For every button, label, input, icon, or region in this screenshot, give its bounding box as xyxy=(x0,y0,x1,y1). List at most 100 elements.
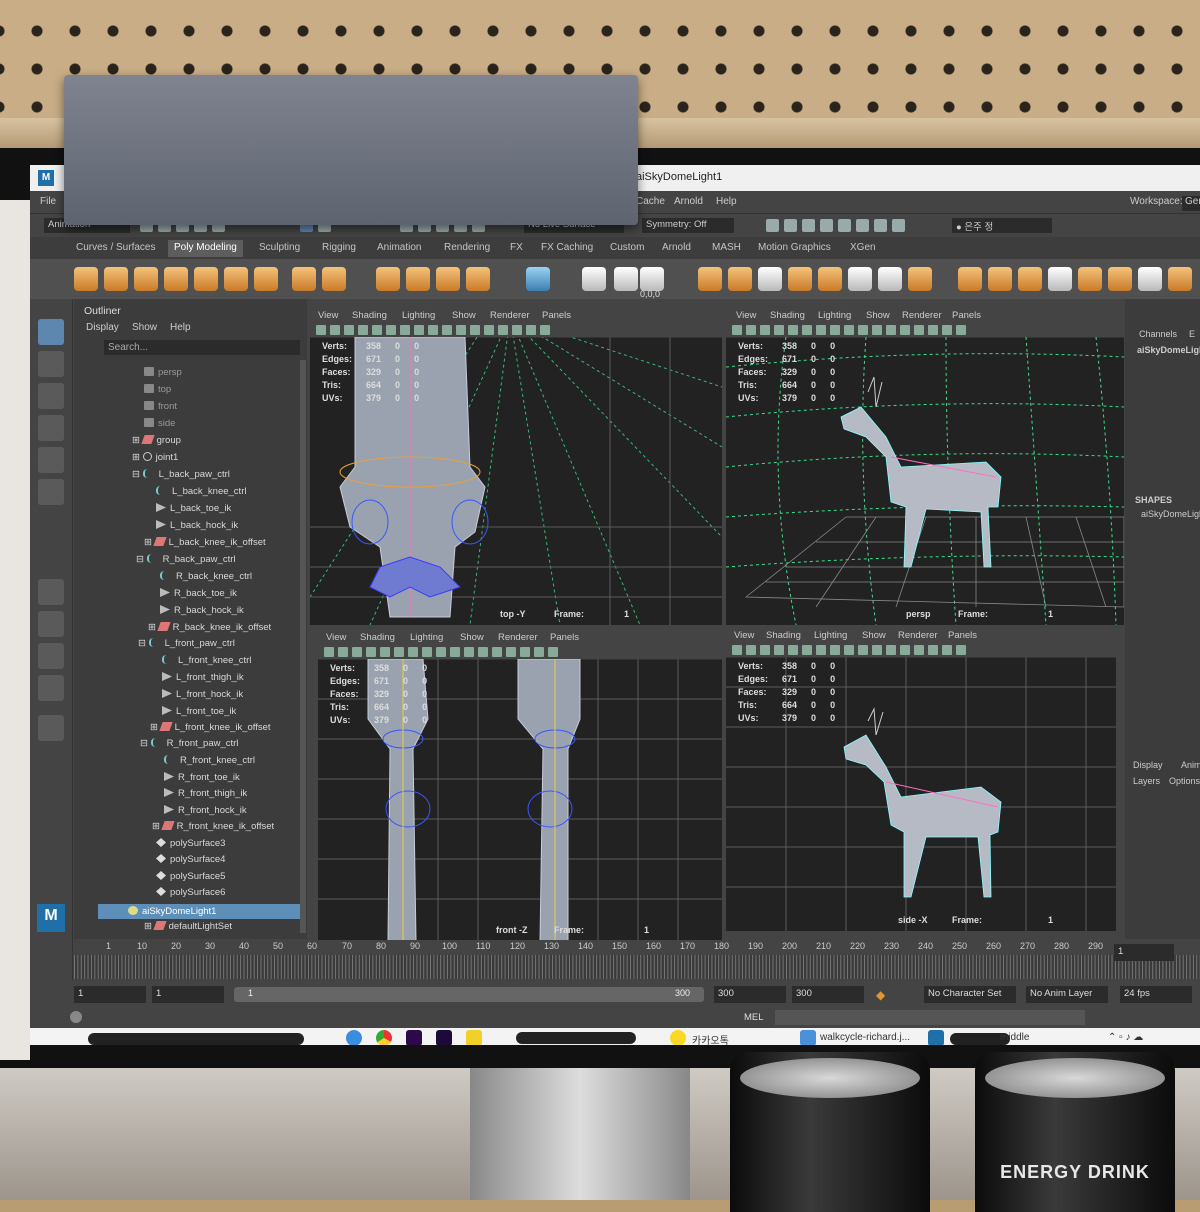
camera-select-icon[interactable] xyxy=(732,325,742,335)
start-time-field[interactable]: 1 xyxy=(74,986,146,1003)
camera-attrs-icon[interactable] xyxy=(330,325,340,335)
film-gate-icon[interactable] xyxy=(386,325,396,335)
xray-icon[interactable] xyxy=(942,325,952,335)
ambient-occlusion-icon[interactable] xyxy=(928,645,938,655)
render-sequence-icon[interactable] xyxy=(784,219,797,232)
tab-arnold[interactable]: Arnold xyxy=(656,240,697,257)
viewport-canvas[interactable]: Verts: 358 0 0 Edges: 671 0 0 Faces: 329 0 0 Tris… xyxy=(726,657,1116,931)
list-item[interactable]: L_front_toe_ik xyxy=(162,706,236,722)
edit-tab[interactable]: E xyxy=(1189,329,1195,339)
type-tool-icon[interactable] xyxy=(436,267,460,291)
render-settings-icon[interactable] xyxy=(820,219,833,232)
merge-icon[interactable] xyxy=(1078,267,1102,291)
auto-key-icon[interactable]: ◆ xyxy=(876,988,885,1002)
list-item[interactable]: polySurface5 xyxy=(156,871,225,887)
list-item[interactable]: persp xyxy=(144,367,182,383)
list-item[interactable]: R_front_toe_ik xyxy=(164,772,240,788)
vp-menu-panels[interactable]: Panels xyxy=(948,630,977,641)
svg-tool-icon[interactable] xyxy=(466,267,490,291)
poly-cylinder-icon[interactable] xyxy=(134,267,158,291)
list-item[interactable]: ⊞ L_back_knee_ik_offset xyxy=(144,537,266,553)
outliner-menu-display[interactable]: Display xyxy=(86,322,119,333)
image-plane-icon[interactable] xyxy=(358,325,368,335)
arnold-pause-icon[interactable] xyxy=(892,219,905,232)
menu-cache[interactable]: Cache xyxy=(636,196,665,207)
wireframe-on-shaded-icon[interactable] xyxy=(456,325,466,335)
lights-icon[interactable] xyxy=(492,647,502,657)
list-item[interactable]: ⊟ L_front_paw_ctrl xyxy=(138,638,235,654)
list-item[interactable]: L_back_knee_ctrl xyxy=(156,486,246,502)
poly-gear-icon[interactable] xyxy=(322,267,346,291)
list-item[interactable]: L_front_knee_ctrl xyxy=(162,655,251,671)
outliner-search-input[interactable]: Search... xyxy=(104,340,300,355)
append-polygon-icon[interactable] xyxy=(958,267,982,291)
playback-end-field[interactable]: 300 xyxy=(714,986,786,1003)
list-item[interactable]: side xyxy=(144,418,175,434)
shadows-icon[interactable] xyxy=(506,647,516,657)
film-gate-icon[interactable] xyxy=(394,647,404,657)
anim-layer-dropdown[interactable]: No Anim Layer xyxy=(1026,986,1108,1003)
list-item[interactable]: R_back_hock_ik xyxy=(160,605,244,621)
list-item[interactable]: polySurface4 xyxy=(156,854,225,870)
outliner-layout-icon[interactable] xyxy=(38,675,64,701)
smooth-shade-icon[interactable] xyxy=(450,647,460,657)
maya-taskbar-icon[interactable] xyxy=(928,1030,944,1045)
poly-soccer-icon[interactable] xyxy=(292,267,316,291)
wireframe-icon[interactable] xyxy=(844,325,854,335)
gate-mask-icon[interactable] xyxy=(422,647,432,657)
vp-menu-view[interactable]: View xyxy=(734,630,754,641)
mirror-icon[interactable] xyxy=(818,267,842,291)
list-item[interactable]: R_back_knee_ctrl xyxy=(160,571,252,587)
list-item[interactable]: R_front_thigh_ik xyxy=(164,788,247,804)
vp-menu-show[interactable]: Show xyxy=(866,310,890,321)
gate-mask-icon[interactable] xyxy=(830,645,840,655)
xray-icon[interactable] xyxy=(534,647,544,657)
poly-cone-icon[interactable] xyxy=(164,267,188,291)
grid-icon[interactable] xyxy=(380,647,390,657)
current-frame-field[interactable]: 1 xyxy=(1114,944,1174,961)
four-pane-layout-icon[interactable] xyxy=(38,611,64,637)
hypershade-icon[interactable] xyxy=(838,219,851,232)
bookmark-icon[interactable] xyxy=(760,325,770,335)
wireframe-on-shaded-icon[interactable] xyxy=(872,325,882,335)
system-tray-icons[interactable]: ⌃ ▫ ♪ ☁ xyxy=(1108,1032,1143,1043)
resolution-gate-icon[interactable] xyxy=(400,325,410,335)
scale-tool-icon[interactable] xyxy=(38,479,64,505)
tab-rigging[interactable]: Rigging xyxy=(316,240,362,257)
isolate-select-icon[interactable] xyxy=(548,647,558,657)
target-weld-icon[interactable] xyxy=(1018,267,1042,291)
image-plane-icon[interactable] xyxy=(774,645,784,655)
tab-sculpting[interactable]: Sculpting xyxy=(253,240,306,257)
list-item[interactable]: ⊞ defaultLightSet xyxy=(144,921,232,937)
resolution-gate-icon[interactable] xyxy=(408,647,418,657)
viewport-top[interactable]: View Shading Lighting Show Renderer Pane… xyxy=(310,309,722,625)
sticky-notes-icon[interactable] xyxy=(466,1030,482,1045)
boolean-icon[interactable] xyxy=(788,267,812,291)
tab-motion-graphics[interactable]: Motion Graphics xyxy=(752,240,837,257)
isolate-select-icon[interactable] xyxy=(956,325,966,335)
channels-tab[interactable]: Channels xyxy=(1139,329,1177,339)
smooth-icon[interactable] xyxy=(758,267,782,291)
outliner-scrollbar[interactable] xyxy=(300,360,306,933)
grid-icon[interactable] xyxy=(372,325,382,335)
list-item[interactable]: L_back_hock_ik xyxy=(156,520,238,536)
tab-xgen[interactable]: XGen xyxy=(844,240,882,257)
film-gate-icon[interactable] xyxy=(802,325,812,335)
vp-menu-show[interactable]: Show xyxy=(460,632,484,643)
wireframe-icon[interactable] xyxy=(436,647,446,657)
tab-rendering[interactable]: Rendering xyxy=(438,240,496,257)
wireframe-on-shaded-icon[interactable] xyxy=(464,647,474,657)
symmetry-dropdown[interactable]: Symmetry: Off xyxy=(642,218,734,233)
bookmark-icon[interactable] xyxy=(760,645,770,655)
viewport-canvas[interactable]: Verts: 358 0 0 Edges: 671 0 0 Faces: 329 0 0 Tris… xyxy=(726,337,1124,625)
image-viewer-icon[interactable] xyxy=(800,1030,816,1045)
textured-icon[interactable] xyxy=(478,647,488,657)
smooth-shade-icon[interactable] xyxy=(442,325,452,335)
grid-icon[interactable] xyxy=(788,645,798,655)
shadows-icon[interactable] xyxy=(914,645,924,655)
bookmark-icon[interactable] xyxy=(344,325,354,335)
camera-attrs-icon[interactable] xyxy=(746,645,756,655)
tab-animation[interactable]: Animation xyxy=(371,240,427,257)
render-frame-icon[interactable] xyxy=(766,219,779,232)
textured-icon[interactable] xyxy=(470,325,480,335)
